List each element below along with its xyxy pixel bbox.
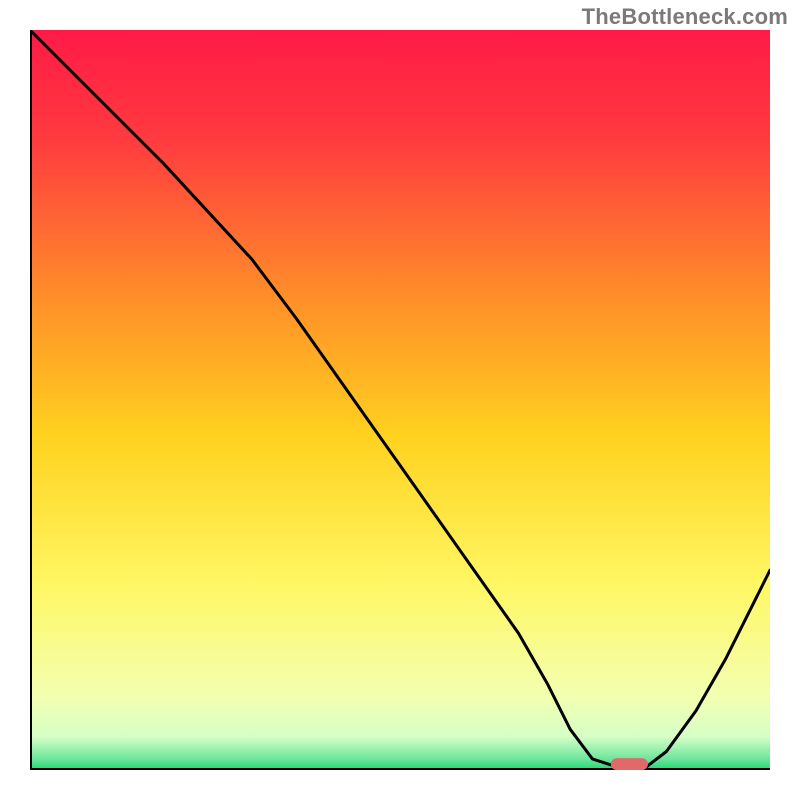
chart-root: TheBottleneck.com	[0, 0, 800, 800]
bottleneck-chart	[30, 30, 770, 770]
watermark-text: TheBottleneck.com	[582, 4, 788, 30]
plot-outer	[30, 30, 770, 770]
optimal-marker	[611, 758, 648, 770]
